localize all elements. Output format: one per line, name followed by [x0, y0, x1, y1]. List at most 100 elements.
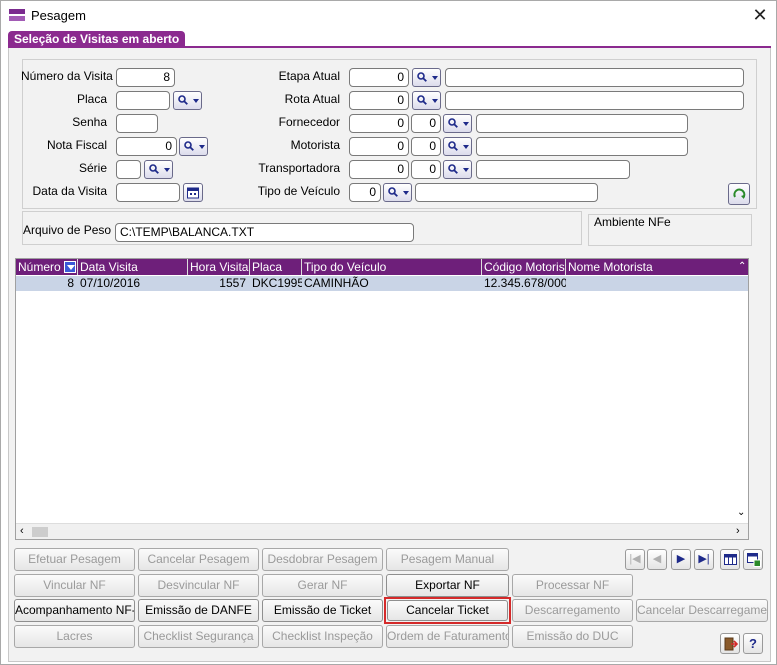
etapa-atual-label: Etapa Atual	[278, 69, 340, 83]
arquivo-peso-input[interactable]: C:\TEMP\BALANCA.TXT	[115, 223, 414, 242]
desvincular-nf-button[interactable]: Desvincular NF	[138, 574, 259, 597]
checklist-inspecao-button[interactable]: Checklist Inspeção	[262, 625, 383, 648]
etapa-atual-lookup-button[interactable]	[412, 68, 441, 87]
prev-record-button[interactable]: ◀	[647, 549, 667, 570]
exit-door-icon	[724, 637, 738, 651]
motorista-code2-input[interactable]: 0	[411, 137, 441, 156]
emissao-ticket-button[interactable]: Emissão de Ticket	[262, 599, 383, 622]
motorista-code1-input[interactable]: 0	[349, 137, 409, 156]
first-record-button[interactable]: |◀	[625, 549, 645, 570]
tipo-veiculo-label: Tipo de Veículo	[257, 184, 340, 198]
cell-tipo: CAMINHÃO	[304, 276, 369, 290]
exit-button[interactable]	[720, 633, 740, 654]
col-hora-visita[interactable]: Hora Visita	[188, 259, 250, 275]
scroll-up-icon[interactable]: ⌃	[738, 261, 746, 273]
data-visita-label: Data da Visita	[32, 184, 108, 198]
cancelar-ticket-button[interactable]: Cancelar Ticket	[387, 600, 508, 621]
fornecedor-code1-input[interactable]: 0	[349, 114, 409, 133]
gerar-nf-button[interactable]: Gerar NF	[262, 574, 383, 597]
transportadora-code2-input[interactable]: 0	[411, 160, 441, 179]
emissao-duc-button[interactable]: Emissão do DUC	[512, 625, 633, 648]
data-visita-input[interactable]	[116, 183, 180, 202]
scroll-thumb[interactable]	[32, 527, 48, 537]
serie-lookup-button[interactable]	[144, 160, 173, 179]
chevron-down-icon	[463, 122, 469, 126]
desdobrar-pesagem-button[interactable]: Desdobrar Pesagem	[262, 548, 383, 571]
tipo-veiculo-code-input[interactable]: 0	[349, 183, 381, 202]
refresh-button[interactable]	[728, 183, 750, 205]
motorista-lookup-button[interactable]	[443, 137, 472, 156]
nota-fiscal-input[interactable]: 0	[116, 137, 177, 156]
numero-visita-input[interactable]: 8	[116, 68, 175, 87]
ambiente-nfe-label: Ambiente NFe	[594, 215, 671, 229]
nota-fiscal-lookup-button[interactable]	[179, 137, 208, 156]
serie-label: Série	[78, 161, 107, 175]
scroll-right-icon[interactable]: ›	[736, 525, 740, 537]
cell-numero: 8	[67, 276, 74, 290]
help-button[interactable]: ?	[743, 633, 763, 654]
calendar-button[interactable]	[183, 183, 203, 202]
efetuar-pesagem-button[interactable]: Efetuar Pesagem	[14, 548, 135, 571]
cell-nome	[566, 276, 734, 291]
serie-input[interactable]	[116, 160, 141, 179]
etapa-atual-desc-input[interactable]	[445, 68, 744, 87]
motorista-desc-input[interactable]	[476, 137, 688, 156]
col-codigo-motorista[interactable]: Código Motorista	[482, 259, 566, 275]
placa-lookup-button[interactable]	[173, 91, 202, 110]
chevron-down-icon	[164, 168, 170, 172]
table-row[interactable]: 8 07/10/2016 1557 DKC1995 CAMINHÃO 12.34…	[16, 276, 748, 291]
transportadora-code1-input[interactable]: 0	[349, 160, 409, 179]
transportadora-lookup-button[interactable]	[443, 160, 472, 179]
next-record-button[interactable]: ▶	[671, 549, 691, 570]
exportar-nf-button[interactable]: Exportar NF	[386, 574, 509, 597]
calendar-icon	[187, 187, 199, 199]
cancelar-pesagem-button[interactable]: Cancelar Pesagem	[138, 548, 259, 571]
tipo-veiculo-lookup-button[interactable]	[383, 183, 412, 202]
scroll-down-icon[interactable]: ⌄	[737, 507, 745, 518]
cancelar-descarregamento-button[interactable]: Cancelar Descarregamento	[636, 599, 768, 622]
lacres-button[interactable]: Lacres	[14, 625, 135, 648]
export-grid-button[interactable]	[743, 549, 763, 570]
acompanhamento-nfe-button[interactable]: Acompanhamento NF-e	[14, 599, 135, 622]
ordem-faturamento-button[interactable]: Ordem de Faturamento	[386, 625, 509, 648]
search-icon	[178, 95, 188, 105]
placa-input[interactable]	[116, 91, 170, 110]
chevron-down-icon	[463, 145, 469, 149]
grid-header: Número Data Visita Hora Visita Placa Tip…	[16, 259, 748, 275]
checklist-seguranca-button[interactable]: Checklist Segurança	[138, 625, 259, 648]
last-record-button[interactable]: ▶|	[694, 549, 714, 570]
col-placa[interactable]: Placa	[250, 259, 302, 275]
visitas-grid[interactable]: Número Data Visita Hora Visita Placa Tip…	[15, 258, 749, 540]
table-icon	[724, 554, 737, 565]
transportadora-desc-input[interactable]	[476, 160, 630, 179]
col-nome-motorista[interactable]: Nome Motorista	[566, 259, 734, 275]
fornecedor-code2-input[interactable]: 0	[411, 114, 441, 133]
tipo-veiculo-desc-input[interactable]	[415, 183, 598, 202]
cell-placa: DKC1995	[252, 276, 302, 290]
senha-input[interactable]	[116, 114, 158, 133]
col-tipo-veiculo[interactable]: Tipo do Veículo	[302, 259, 482, 275]
fornecedor-desc-input[interactable]	[476, 114, 688, 133]
chevron-down-icon	[193, 99, 199, 103]
numero-visita-label: Número da Visita	[21, 69, 113, 83]
rota-atual-code-input[interactable]: 0	[349, 91, 409, 110]
rota-atual-desc-input[interactable]	[445, 91, 744, 110]
pesagem-manual-button[interactable]: Pesagem Manual	[386, 548, 509, 571]
col-data-visita[interactable]: Data Visita	[78, 259, 188, 275]
senha-label: Senha	[72, 115, 107, 129]
processar-nf-button[interactable]: Processar NF	[512, 574, 633, 597]
cell-hora: 1557	[219, 276, 246, 290]
descarregamento-button[interactable]: Descarregamento	[512, 599, 633, 622]
grid-view-button[interactable]	[720, 549, 740, 570]
horizontal-scrollbar[interactable]: ‹ ›	[16, 523, 748, 539]
etapa-atual-code-input[interactable]: 0	[349, 68, 409, 87]
scroll-left-icon[interactable]: ‹	[20, 525, 24, 537]
rota-atual-lookup-button[interactable]	[412, 91, 441, 110]
arquivo-peso-label: Arquivo de Peso	[23, 223, 112, 237]
close-icon[interactable]: ✕	[749, 4, 771, 26]
sort-desc-icon[interactable]	[64, 261, 76, 273]
fornecedor-lookup-button[interactable]	[443, 114, 472, 133]
vincular-nf-button[interactable]: Vincular NF	[14, 574, 135, 597]
emissao-danfe-button[interactable]: Emissão de DANFE	[138, 599, 259, 622]
tab-selecao-visitas[interactable]: Seleção de Visitas em aberto	[8, 31, 186, 47]
